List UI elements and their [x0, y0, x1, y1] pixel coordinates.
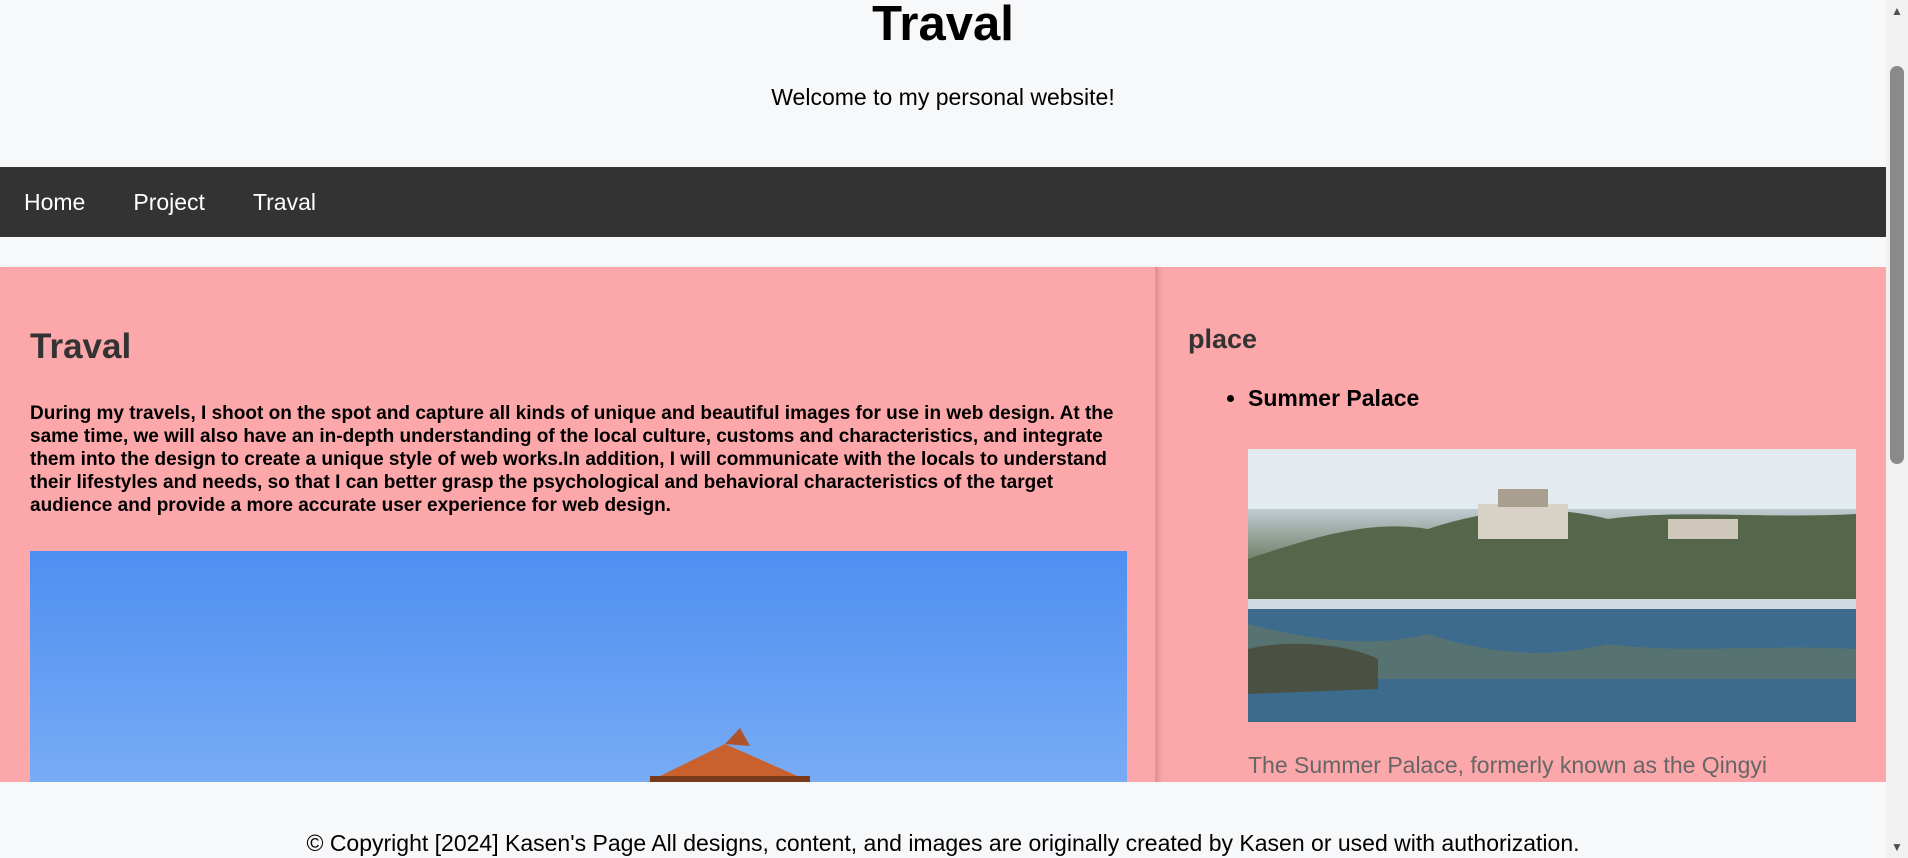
site-tagline: Welcome to my personal website!: [771, 84, 1115, 110]
scrollbar-thumb[interactable]: [1890, 66, 1904, 464]
site-title: Traval: [872, 0, 1014, 51]
page-viewport: Traval Welcome to my personal website! H…: [0, 0, 1886, 858]
scroll-down-arrow-icon[interactable]: ▼: [1891, 840, 1903, 854]
site-footer: © Copyright [2024] Kasen's Page All desi…: [0, 782, 1886, 858]
nav-link-project[interactable]: Project: [133, 189, 205, 216]
main-nav: Home Project Traval: [0, 167, 1886, 237]
place-item-summer-palace: Summer Palace: [1248, 385, 1886, 412]
summer-palace-image: [1248, 449, 1856, 722]
content-title: Traval: [30, 327, 132, 366]
palace-roof-illustration: [640, 728, 820, 786]
summer-palace-illustration: [1248, 449, 1856, 722]
site-header: Traval Welcome to my personal website!: [0, 0, 1886, 167]
scroll-up-arrow-icon[interactable]: ▲: [1891, 4, 1903, 18]
nav-link-traval[interactable]: Traval: [253, 189, 316, 216]
content-description: During my travels, I shoot on the spot a…: [30, 403, 1114, 516]
content-panel: Traval During my travels, I shoot on the…: [0, 267, 1158, 858]
sidebar-title: place: [1188, 324, 1258, 354]
sidebar-panel: place Summer Palace The Summer Palace, f…: [1158, 267, 1886, 858]
vertical-scrollbar[interactable]: ▲ ▼: [1886, 0, 1908, 858]
copyright-text: © Copyright [2024] Kasen's Page All desi…: [306, 830, 1580, 856]
main-section: Traval During my travels, I shoot on the…: [0, 267, 1886, 858]
nav-link-home[interactable]: Home: [24, 189, 85, 216]
place-description: The Summer Palace, formerly known as the…: [1248, 752, 1767, 778]
place-list: Summer Palace: [1188, 385, 1886, 412]
